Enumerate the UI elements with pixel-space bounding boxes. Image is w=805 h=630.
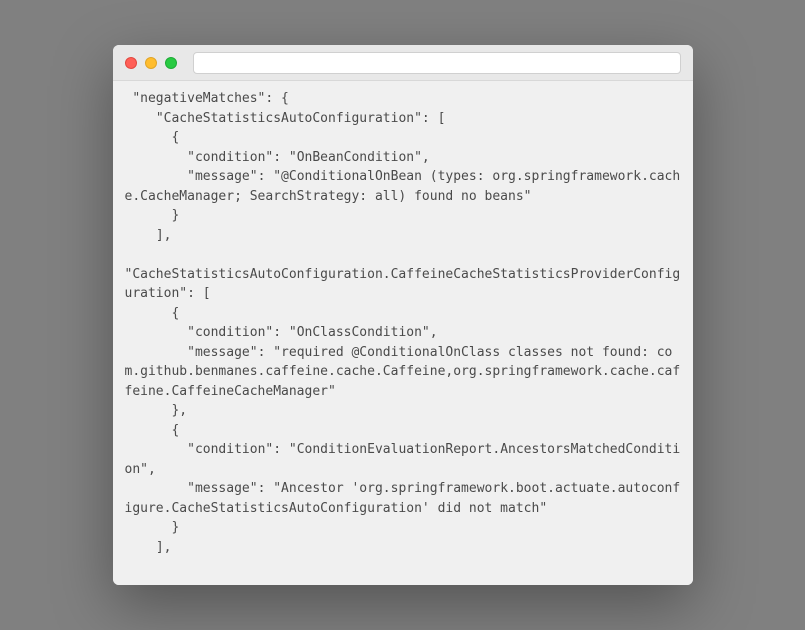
address-bar[interactable] [193, 52, 681, 74]
maximize-icon[interactable] [165, 57, 177, 69]
close-icon[interactable] [125, 57, 137, 69]
content-area: "negativeMatches": { "CacheStatisticsAut… [113, 81, 693, 585]
browser-window: "negativeMatches": { "CacheStatisticsAut… [113, 45, 693, 585]
titlebar [113, 45, 693, 81]
minimize-icon[interactable] [145, 57, 157, 69]
